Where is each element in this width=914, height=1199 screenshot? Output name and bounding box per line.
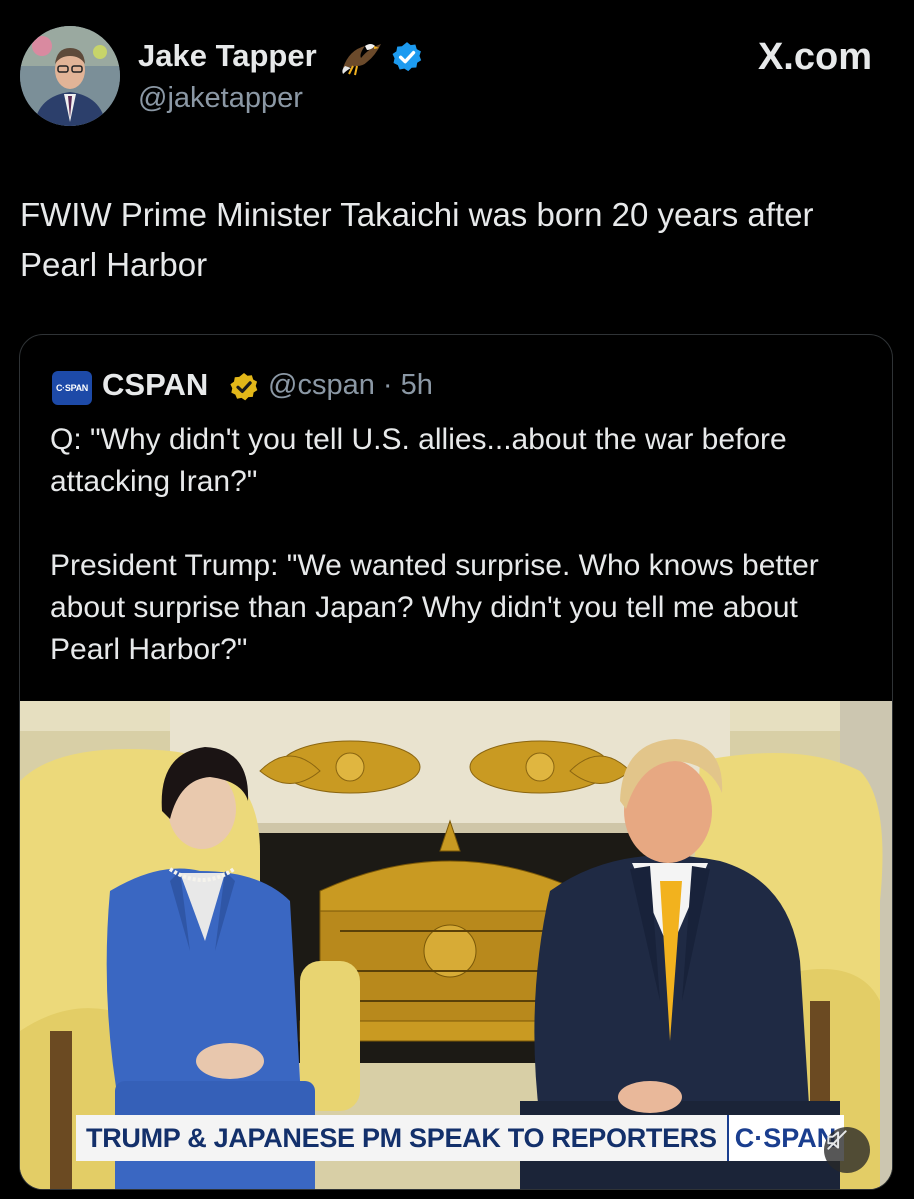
- eagle-emoji-icon: [342, 44, 381, 76]
- quoted-handle-time[interactable]: @cspan · 5h: [268, 369, 433, 402]
- author-name[interactable]: Jake Tapper: [138, 38, 317, 74]
- avatar-photo: [20, 26, 120, 126]
- quoted-tweet-text: Q: "Why didn't you tell U.S. allies...ab…: [50, 419, 870, 671]
- quoted-author-name[interactable]: CSPAN: [102, 367, 208, 403]
- x-brand-watermark: X.com: [757, 36, 872, 78]
- quoted-tweet-card[interactable]: C·SPAN CSPAN @cspan · 5h Q: "Why didn't …: [19, 334, 893, 1190]
- quoted-paragraph-answer: President Trump: "We wanted surprise. Wh…: [50, 549, 819, 666]
- tweet-text: FWIW Prime Minister Takaichi was born 20…: [20, 196, 814, 283]
- verified-gold-badge-icon: [230, 373, 258, 401]
- chyron-headline: TRUMP & JAPANESE PM SPEAK TO REPORTERS: [76, 1115, 727, 1161]
- quoted-paragraph-question: Q: "Why didn't you tell U.S. allies...ab…: [50, 423, 787, 498]
- cspan-avatar-logo[interactable]: C·SPAN: [52, 371, 92, 405]
- mute-toggle-button[interactable]: [824, 1127, 870, 1173]
- video-media[interactable]: TRUMP & JAPANESE PM SPEAK TO REPORTERS C…: [20, 701, 892, 1189]
- verified-badge-icon: [392, 42, 422, 72]
- author-avatar[interactable]: [20, 26, 120, 126]
- speaker-muted-icon: [827, 1130, 847, 1150]
- chyron-lower-third: TRUMP & JAPANESE PM SPEAK TO REPORTERS C…: [76, 1115, 845, 1161]
- author-handle[interactable]: @jaketapper: [138, 82, 303, 115]
